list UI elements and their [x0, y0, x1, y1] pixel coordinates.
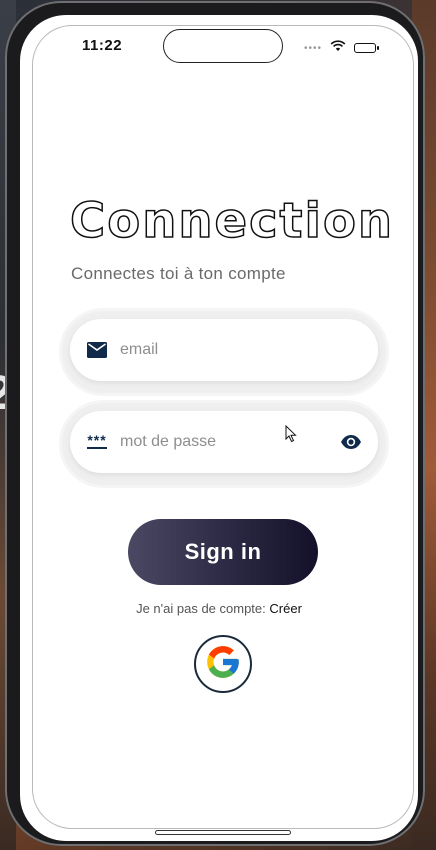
email-field-container: email — [62, 311, 386, 393]
page-subtitle: Connectes toi à ton compte — [71, 264, 286, 283]
dynamic-island — [163, 29, 283, 63]
battery-icon — [354, 43, 379, 53]
page-title: Connection — [69, 192, 395, 250]
password-placeholder: mot de passe — [120, 433, 217, 450]
mouse-cursor-icon — [285, 424, 297, 448]
google-signin-button[interactable] — [194, 635, 252, 693]
password-field-container: *** mot de passe — [62, 403, 386, 485]
eye-icon[interactable] — [340, 431, 362, 453]
signal-icon: •••• — [303, 42, 322, 54]
create-account-link[interactable]: Créer — [269, 601, 302, 616]
phone-frame: 11:22 •••• Connection Connectes toi à to… — [5, 1, 425, 846]
status-indicators: •••• — [303, 39, 379, 57]
no-account-text: Je n'ai pas de compte: — [136, 601, 270, 616]
google-icon — [204, 643, 242, 686]
email-field[interactable]: email — [70, 319, 378, 381]
sign-in-button[interactable]: Sign in — [128, 519, 318, 585]
password-icon: *** — [86, 432, 108, 449]
status-time: 11:22 — [82, 37, 123, 54]
home-indicator[interactable] — [155, 830, 291, 835]
signup-prompt: Je n'ai pas de compte: Créer — [20, 601, 418, 616]
email-placeholder: email — [120, 341, 159, 358]
wifi-icon — [330, 39, 346, 57]
password-field[interactable]: *** mot de passe — [70, 411, 378, 473]
mail-icon — [86, 342, 108, 358]
password-icon-stars: *** — [87, 432, 107, 449]
phone-screen: 11:22 •••• Connection Connectes toi à to… — [20, 15, 418, 841]
